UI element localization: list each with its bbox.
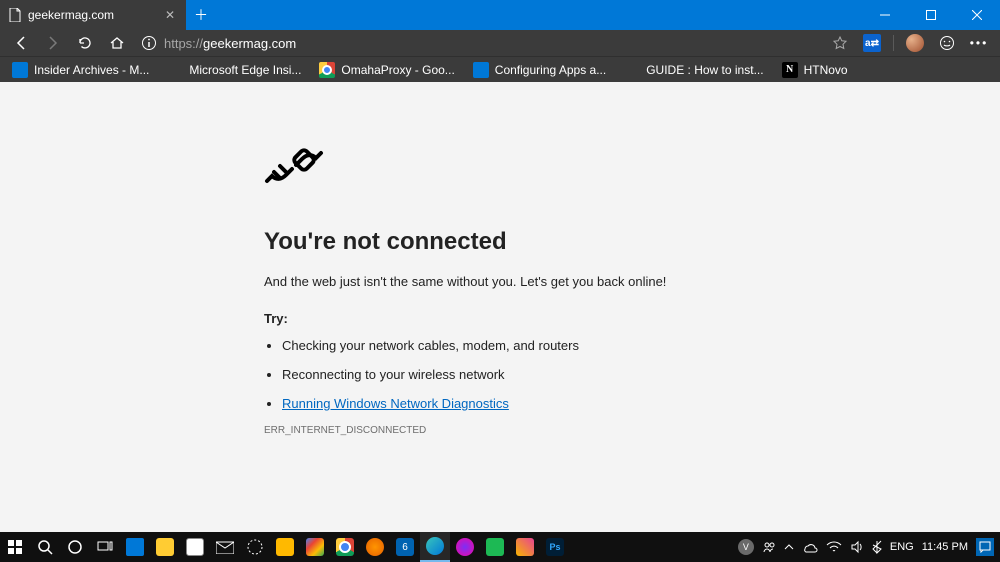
site-info-icon[interactable]	[140, 34, 158, 52]
feedback-button[interactable]	[932, 35, 962, 51]
favorite-button[interactable]	[825, 35, 855, 51]
taskbar-app[interactable]	[300, 532, 330, 562]
chrome-icon	[319, 62, 335, 78]
new-tab-button[interactable]: ＋	[186, 0, 216, 30]
taskbar-app[interactable]	[210, 532, 240, 562]
browser-tab[interactable]: geekermag.com ✕	[0, 0, 186, 30]
suggestion-item: Running Windows Network Diagnostics	[282, 396, 744, 411]
error-panel: You're not connected And the web just is…	[264, 140, 744, 436]
site-icon: N	[782, 62, 798, 78]
bookmarks-bar: Insider Archives - M... Microsoft Edge I…	[0, 56, 1000, 82]
maximize-button[interactable]	[908, 0, 954, 30]
minimize-button[interactable]	[862, 0, 908, 30]
taskbar-app[interactable]	[330, 532, 360, 562]
address-bar[interactable]: https://geekermag.com	[134, 30, 823, 56]
tab-title: geekermag.com	[28, 8, 156, 22]
bookmark-item[interactable]: OmahaProxy - Goo...	[313, 57, 460, 82]
taskbar-app[interactable]	[480, 532, 510, 562]
url-text: https://geekermag.com	[164, 36, 296, 51]
error-subtext: And the web just isn't the same without …	[264, 274, 744, 289]
taskbar-app[interactable]	[120, 532, 150, 562]
volume-icon[interactable]	[850, 540, 864, 554]
taskbar-app[interactable]	[510, 532, 540, 562]
menu-button[interactable]: •••	[964, 36, 994, 50]
microsoft-icon	[624, 62, 640, 78]
diagnostics-link[interactable]: Running Windows Network Diagnostics	[282, 396, 509, 411]
avatar-icon	[906, 34, 924, 52]
suggestion-item: Reconnecting to your wireless network	[282, 367, 744, 382]
microsoft-icon	[167, 62, 183, 78]
start-button[interactable]	[0, 532, 30, 562]
taskbar-app[interactable]	[450, 532, 480, 562]
profile-button[interactable]	[900, 34, 930, 52]
taskbar-app-active[interactable]	[420, 532, 450, 562]
action-center-icon[interactable]	[976, 538, 994, 556]
try-label: Try:	[264, 311, 744, 326]
suggestion-item: Checking your network cables, modem, and…	[282, 338, 744, 353]
bookmark-item[interactable]: Configuring Apps a...	[467, 57, 612, 82]
wifi-icon[interactable]	[826, 541, 842, 553]
windows-icon	[12, 62, 28, 78]
taskbar-app[interactable]: 6	[390, 532, 420, 562]
back-button[interactable]	[6, 30, 36, 56]
suggestions-list: Checking your network cables, modem, and…	[264, 338, 744, 411]
taskbar-app[interactable]	[150, 532, 180, 562]
error-code: ERR_INTERNET_DISCONNECTED	[264, 425, 744, 436]
tray-chevron-icon[interactable]	[784, 542, 794, 552]
home-button[interactable]	[102, 30, 132, 56]
bookmark-item[interactable]: Microsoft Edge Insi...	[161, 57, 307, 82]
taskbar-app[interactable]	[270, 532, 300, 562]
clock[interactable]: 11:45 PM	[922, 541, 968, 553]
window-titlebar: geekermag.com ✕ ＋	[0, 0, 1000, 30]
edge-icon	[473, 62, 489, 78]
refresh-button[interactable]	[70, 30, 100, 56]
people-icon[interactable]	[762, 540, 776, 554]
page-icon	[8, 8, 22, 22]
language-indicator[interactable]: ENG	[890, 541, 914, 553]
taskview-button[interactable]	[90, 532, 120, 562]
taskbar-app[interactable]: Ps	[540, 532, 570, 562]
error-heading: You're not connected	[264, 228, 744, 256]
system-tray: V ENG 11:45 PM	[738, 538, 1000, 556]
bookmark-item[interactable]: NHTNovo	[776, 57, 854, 82]
taskbar-app[interactable]	[360, 532, 390, 562]
taskbar-app[interactable]	[180, 532, 210, 562]
bookmark-item[interactable]: Insider Archives - M...	[6, 57, 155, 82]
page-content: You're not connected And the web just is…	[0, 82, 1000, 532]
browser-toolbar: https://geekermag.com a⇄ •••	[0, 30, 1000, 56]
tray-icon[interactable]: V	[738, 539, 754, 555]
disconnected-plug-icon	[264, 140, 744, 198]
search-button[interactable]	[30, 532, 60, 562]
bluetooth-icon[interactable]	[872, 540, 882, 554]
tab-close-button[interactable]: ✕	[162, 8, 178, 22]
close-window-button[interactable]	[954, 0, 1000, 30]
cortana-button[interactable]	[60, 532, 90, 562]
bookmark-item[interactable]: GUIDE : How to inst...	[618, 57, 769, 82]
taskbar-app[interactable]	[240, 532, 270, 562]
forward-button[interactable]	[38, 30, 68, 56]
translate-button[interactable]: a⇄	[857, 34, 887, 52]
windows-taskbar: 6 Ps V ENG 11:45 PM	[0, 532, 1000, 562]
onedrive-icon[interactable]	[802, 541, 818, 553]
